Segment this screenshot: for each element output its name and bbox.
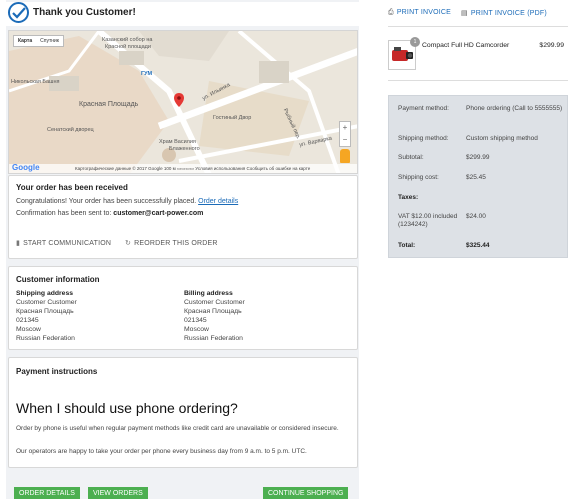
continue-shopping-button[interactable]: CONTINUE SHOPPING bbox=[263, 487, 349, 499]
map-label: Красная Площадь bbox=[79, 101, 139, 108]
quantity-badge: 1 bbox=[410, 37, 420, 47]
print-invoice-link[interactable]: ⎙ PRINT INVOICE bbox=[388, 9, 451, 17]
payment-instructions-card: Payment instructions When I should use p… bbox=[8, 357, 358, 468]
order-details-button[interactable]: ORDER DETAILS bbox=[14, 487, 80, 499]
map-type-control[interactable]: Карта Спутник bbox=[13, 35, 64, 47]
reorder-button[interactable]: ↻ REORDER THIS ORDER bbox=[125, 239, 218, 247]
customer-info-title: Customer information bbox=[16, 275, 100, 284]
thank-you-header: Thank you Customer! bbox=[6, 2, 359, 26]
divider bbox=[388, 80, 568, 81]
order-received-card: Your order has been received Congratulat… bbox=[8, 175, 358, 259]
payment-paragraph: Order by phone is useful when regular pa… bbox=[16, 425, 339, 432]
order-main-column: Thank you Customer! Карта Спутник Казанс… bbox=[6, 0, 359, 499]
shipping-address: Shipping address Customer Customer Красн… bbox=[16, 290, 77, 342]
document-icon: ▤ bbox=[461, 10, 468, 17]
map-label: Казанский собор на bbox=[102, 37, 153, 43]
print-invoice-pdf-link[interactable]: ▤ PRINT INVOICE (PDF) bbox=[461, 9, 547, 17]
map-type-map[interactable]: Карта bbox=[14, 36, 36, 46]
map-label: ГУМ bbox=[141, 71, 153, 77]
order-summary-box: Payment method: Phone ordering (Call to … bbox=[388, 95, 568, 258]
print-links: ⎙ PRINT INVOICE ▤ PRINT INVOICE (PDF) bbox=[388, 9, 547, 17]
payment-instructions-title: Payment instructions bbox=[16, 367, 98, 376]
product-price: $299.99 bbox=[539, 42, 564, 49]
street-view-pegman-icon[interactable] bbox=[340, 149, 350, 163]
order-details-link[interactable]: Order details bbox=[198, 198, 238, 205]
map-zoom-control[interactable]: + − bbox=[339, 121, 351, 147]
order-summary-column: ⎙ PRINT INVOICE ▤ PRINT INVOICE (PDF) 1 Co… bbox=[388, 0, 568, 499]
payment-paragraph: Our operators are happy to take your ord… bbox=[16, 448, 307, 455]
refresh-icon: ↻ bbox=[125, 240, 132, 247]
order-location-map[interactable]: Карта Спутник Казанский собор на Красной… bbox=[8, 30, 358, 174]
zoom-in-button[interactable]: + bbox=[340, 122, 350, 134]
map-label: Гостиный Двор bbox=[213, 115, 252, 121]
product-name[interactable]: Compact Full HD Camcorder bbox=[422, 42, 509, 49]
map-pin-icon[interactable] bbox=[174, 93, 184, 107]
map-attribution: Картографические данные © 2017 Google 10… bbox=[9, 164, 357, 173]
map-label: Никольская Башня bbox=[11, 79, 60, 85]
chat-icon: ▮ bbox=[16, 240, 21, 247]
customer-info-card: Customer information Shipping address Cu… bbox=[8, 266, 358, 350]
map-type-satellite[interactable]: Спутник bbox=[36, 36, 63, 46]
map-label: Сенатский дворец bbox=[47, 127, 94, 133]
divider bbox=[388, 26, 568, 27]
payment-question-heading: When I should use phone ordering? bbox=[16, 400, 238, 416]
start-communication-button[interactable]: ▮ START COMMUNICATION bbox=[16, 239, 111, 247]
confirmation-text: Confirmation has been sent to: customer@… bbox=[16, 210, 204, 217]
confirmation-email: customer@cart-power.com bbox=[113, 210, 204, 217]
page-title: Thank you Customer! bbox=[33, 7, 136, 18]
congrats-text: Congratulations! Your order has been suc… bbox=[16, 198, 239, 205]
billing-address: Billing address Customer Customer Красна… bbox=[184, 290, 245, 342]
map-label: Блаженного bbox=[169, 146, 200, 152]
printer-icon: ⎙ bbox=[388, 9, 394, 16]
map-label: Храм Василия bbox=[159, 139, 196, 145]
checkmark-icon bbox=[8, 2, 29, 23]
order-received-title: Your order has been received bbox=[16, 183, 128, 192]
product-line: 1 Compact Full HD Camcorder $299.99 bbox=[388, 37, 568, 72]
map-label: Красной площади bbox=[105, 44, 151, 50]
google-logo: Google bbox=[12, 163, 40, 172]
view-orders-button[interactable]: VIEW ORDERS bbox=[88, 487, 148, 499]
zoom-out-button[interactable]: − bbox=[340, 134, 350, 146]
